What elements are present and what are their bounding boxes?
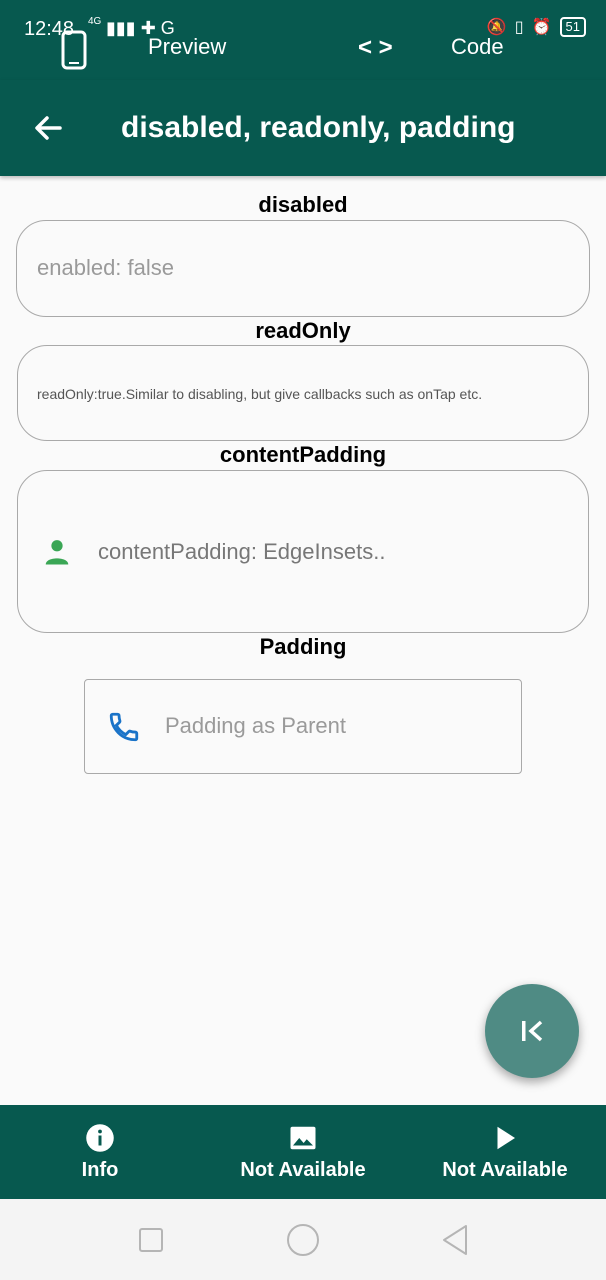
nav-item-play[interactable]: Not Available [424, 1105, 586, 1199]
disabled-text-field: enabled: false [16, 220, 590, 317]
system-nav-bar [0, 1199, 606, 1280]
nav-item-image[interactable]: Not Available [222, 1105, 384, 1199]
tab-preview[interactable]: Preview [148, 34, 226, 60]
padding-field-hint: Padding as Parent [165, 713, 347, 738]
content-padding-field-text: contentPadding: EdgeInsets.. [98, 539, 386, 564]
network-type: 4G [88, 16, 102, 27]
section-label-disabled: disabled [258, 192, 348, 217]
code-brackets-icon[interactable]: < > [358, 34, 393, 62]
person-icon [45, 540, 69, 565]
section-label-padding: Padding [259, 634, 347, 659]
collapse-fab-button[interactable] [485, 984, 579, 1078]
phone-icon[interactable] [60, 30, 88, 70]
phone-icon [109, 712, 139, 742]
collapse-left-icon [522, 1020, 543, 1042]
arrow-left-icon[interactable] [30, 110, 66, 146]
top-tab-row: Preview < > Code [0, 28, 606, 80]
page-title: disabled, readonly, padding [121, 111, 516, 144]
back-nav-icon[interactable] [440, 1224, 470, 1256]
app-bar: disabled, readonly, padding [0, 80, 606, 176]
bottom-nav: Info Not Available Not Available [0, 1105, 606, 1199]
recent-apps-icon[interactable] [138, 1227, 164, 1253]
nav-item-info[interactable]: Info [40, 1105, 160, 1199]
image-icon [290, 1126, 316, 1149]
nav-label-info: Info [81, 1158, 119, 1181]
padding-text-field[interactable]: Padding as Parent [84, 679, 522, 774]
disabled-field-text: enabled: false [37, 255, 174, 280]
nav-label-image: Not Available [240, 1158, 366, 1181]
play-icon [497, 1126, 515, 1149]
home-icon[interactable] [286, 1223, 320, 1257]
section-label-readonly: readOnly [255, 318, 351, 343]
readonly-text-field[interactable]: readOnly:true.Similar to disabling, but … [17, 345, 589, 441]
tab-code[interactable]: Code [451, 34, 504, 60]
content-padding-text-field[interactable]: contentPadding: EdgeInsets.. [17, 470, 589, 633]
nav-label-play: Not Available [442, 1158, 568, 1181]
readonly-field-text: readOnly:true.Similar to disabling, but … [37, 386, 483, 402]
status-bar: 12:48 4G ▮▮▮ ✚ G 🔕 ▯ ⏰ 51 Preview < > Co… [0, 0, 606, 80]
info-icon [86, 1123, 114, 1152]
section-label-content-padding: contentPadding [219, 442, 387, 467]
